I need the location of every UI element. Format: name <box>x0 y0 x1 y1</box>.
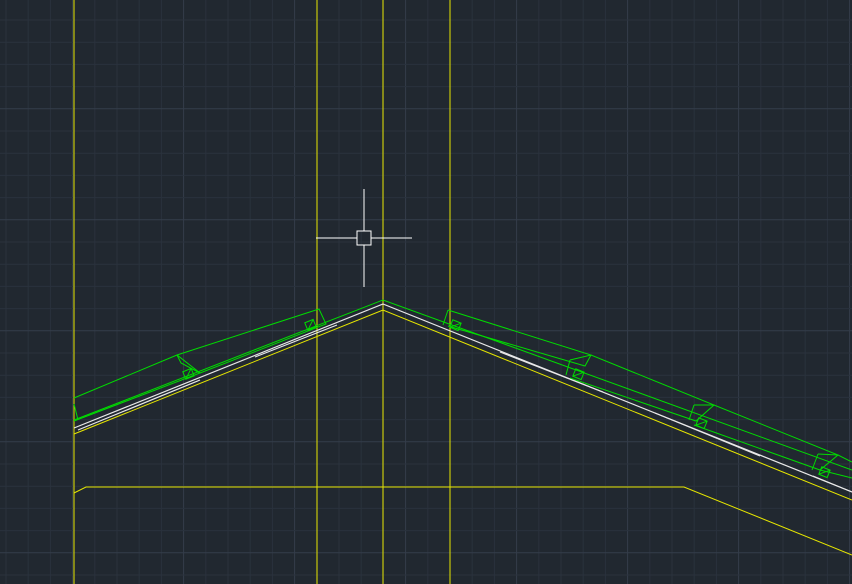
canvas-background <box>0 0 852 584</box>
drawing-canvas[interactable] <box>0 0 852 584</box>
cad-svg[interactable] <box>0 0 852 584</box>
